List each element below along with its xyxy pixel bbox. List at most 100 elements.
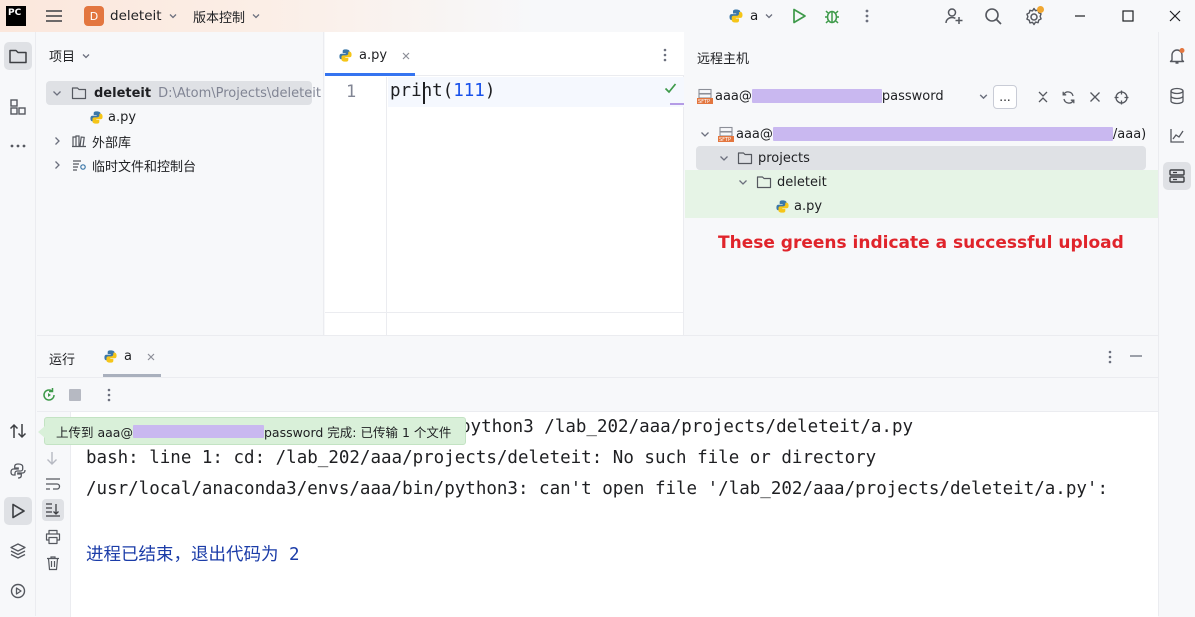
close-icon[interactable] xyxy=(146,352,156,362)
minimize-button[interactable] xyxy=(1073,0,1087,32)
remote-folder-projects-row[interactable]: projects xyxy=(718,146,810,170)
library-icon xyxy=(72,135,86,148)
app-logo[interactable]: PC xyxy=(6,0,26,32)
search-everywhere-button[interactable] xyxy=(984,0,1003,32)
remote-folder-deleteit-row[interactable]: deleteit xyxy=(737,170,827,194)
remote-folder-deleteit-label: deleteit xyxy=(777,174,827,190)
run-toolbar-more-button[interactable] xyxy=(105,387,113,403)
services-tool-button[interactable] xyxy=(4,577,32,605)
run-button[interactable] xyxy=(790,0,808,32)
database-tool-button[interactable] xyxy=(1163,82,1191,110)
browse-servers-button[interactable]: ... xyxy=(993,85,1017,109)
target-icon xyxy=(1114,90,1129,105)
chevron-right-icon[interactable] xyxy=(51,135,63,147)
notifications-button[interactable] xyxy=(1163,42,1191,70)
soft-wrap-button[interactable] xyxy=(45,477,61,491)
minimize-icon xyxy=(1075,15,1085,17)
python-icon xyxy=(104,350,117,363)
code-line[interactable]: print(111) xyxy=(390,81,495,101)
active-tab-indicator xyxy=(325,73,415,76)
python-console-tool-button[interactable] xyxy=(4,457,32,485)
remote-root-prefix: aaa@ xyxy=(736,126,773,142)
project-panel: 项目 deleteit D:\Atom\Projects\deleteit a.… xyxy=(37,32,324,335)
project-view-selector[interactable]: 项目 xyxy=(49,46,91,65)
maximize-button[interactable] xyxy=(1121,0,1135,32)
collapse-all-button[interactable] xyxy=(1036,90,1050,104)
refresh-button[interactable] xyxy=(1061,90,1076,105)
scratches-icon xyxy=(73,160,86,171)
code-function: print xyxy=(390,81,443,101)
bug-icon xyxy=(825,10,839,24)
host-suffix: password xyxy=(881,88,944,104)
console-line-error-1: bash: line 1: cd: /lab_202/aaa/projects/… xyxy=(86,448,877,468)
tree-scratches-row[interactable]: 临时文件和控制台 xyxy=(51,153,196,177)
folder-icon xyxy=(71,87,87,100)
tree-root-path: D:\Atom\Projects\deleteit xyxy=(158,85,321,101)
scroll-down-button[interactable] xyxy=(45,450,59,466)
close-icon[interactable] xyxy=(401,51,411,61)
gear-icon xyxy=(1026,6,1044,26)
more-vertical-icon xyxy=(865,9,869,23)
python-packages-tool-button[interactable] xyxy=(4,537,32,565)
sciview-tool-button[interactable] xyxy=(1163,122,1191,150)
console-line-error-2: /usr/local/anaconda3/envs/aaa/bin/python… xyxy=(86,479,1108,499)
file-transfer-tool-button[interactable] xyxy=(4,417,32,445)
python-console-icon xyxy=(10,463,26,479)
editor-tab-a-py[interactable]: a.py xyxy=(325,32,415,76)
chevron-down-icon[interactable] xyxy=(737,176,749,188)
more-vertical-icon xyxy=(1108,350,1112,364)
more-tools-button[interactable] xyxy=(4,132,32,160)
upload-annotation: These greens indicate a successful uploa… xyxy=(718,233,1124,253)
remote-file-row[interactable]: a.py xyxy=(775,194,822,218)
tree-file-row[interactable]: a.py xyxy=(89,105,136,129)
remote-folder-projects-label: projects xyxy=(758,150,810,166)
main-menu-icon[interactable] xyxy=(44,0,64,32)
chevron-down-icon[interactable] xyxy=(699,128,711,140)
locate-button[interactable] xyxy=(1114,90,1129,105)
clear-all-button[interactable] xyxy=(45,555,61,571)
stop-button[interactable] xyxy=(69,389,81,401)
project-tool-button[interactable] xyxy=(4,42,32,70)
structure-tool-button[interactable] xyxy=(4,93,32,121)
python-file-icon xyxy=(776,199,789,213)
editor-bottom-divider xyxy=(325,312,684,313)
run-tab-a[interactable]: a xyxy=(103,336,161,378)
run-panel-title: 运行 xyxy=(49,353,76,368)
run-config-name: a xyxy=(750,8,759,24)
remote-tree-root-row[interactable]: SFTP aaa@ /aaa) xyxy=(699,122,1146,146)
tree-file-name: a.py xyxy=(108,109,137,125)
vcs-widget[interactable]: 版本控制 xyxy=(193,0,261,32)
print-button[interactable] xyxy=(45,529,61,545)
run-config-selector[interactable]: a xyxy=(728,0,774,32)
rerun-button[interactable] xyxy=(41,387,57,403)
chevron-right-icon[interactable] xyxy=(51,159,63,171)
upload-success-toast[interactable]: 上传到 aaa@ password 完成: 已传输 1 个文件 xyxy=(38,417,466,445)
settings-button[interactable] xyxy=(1024,0,1046,32)
chevron-down-icon[interactable] xyxy=(978,91,989,102)
code-with-me-button[interactable] xyxy=(944,0,964,32)
inspection-ok-indicator[interactable] xyxy=(664,82,677,94)
disconnect-button[interactable] xyxy=(1089,91,1101,103)
server-selector[interactable]: SFTP aaa@ password xyxy=(697,88,989,104)
tree-root-row[interactable]: deleteit D:\Atom\Projects\deleteit xyxy=(51,81,321,105)
debug-button[interactable] xyxy=(823,0,841,32)
run-tool-button[interactable] xyxy=(4,497,32,525)
redacted-path xyxy=(772,127,1113,141)
close-button[interactable] xyxy=(1168,0,1182,32)
scroll-to-end-button[interactable] xyxy=(42,499,64,521)
more-vertical-icon xyxy=(663,48,667,62)
trash-icon xyxy=(47,556,59,571)
tree-external-libs-label: 外部库 xyxy=(92,135,132,151)
editor-tab-label: a.py xyxy=(359,48,388,63)
run-panel-options-button[interactable] xyxy=(1106,349,1114,365)
more-actions-button[interactable] xyxy=(863,0,871,32)
editor-tabs-more-button[interactable] xyxy=(661,47,669,63)
remote-host-tool-button[interactable] xyxy=(1163,162,1191,190)
chart-icon xyxy=(1170,129,1184,143)
tree-external-libs-row[interactable]: 外部库 xyxy=(51,129,131,153)
hide-panel-button[interactable] xyxy=(1129,349,1143,363)
refresh-icon xyxy=(1062,91,1075,104)
project-switcher[interactable]: D deleteit xyxy=(84,0,178,32)
chevron-down-icon[interactable] xyxy=(718,152,730,164)
chevron-down-icon[interactable] xyxy=(51,87,63,99)
